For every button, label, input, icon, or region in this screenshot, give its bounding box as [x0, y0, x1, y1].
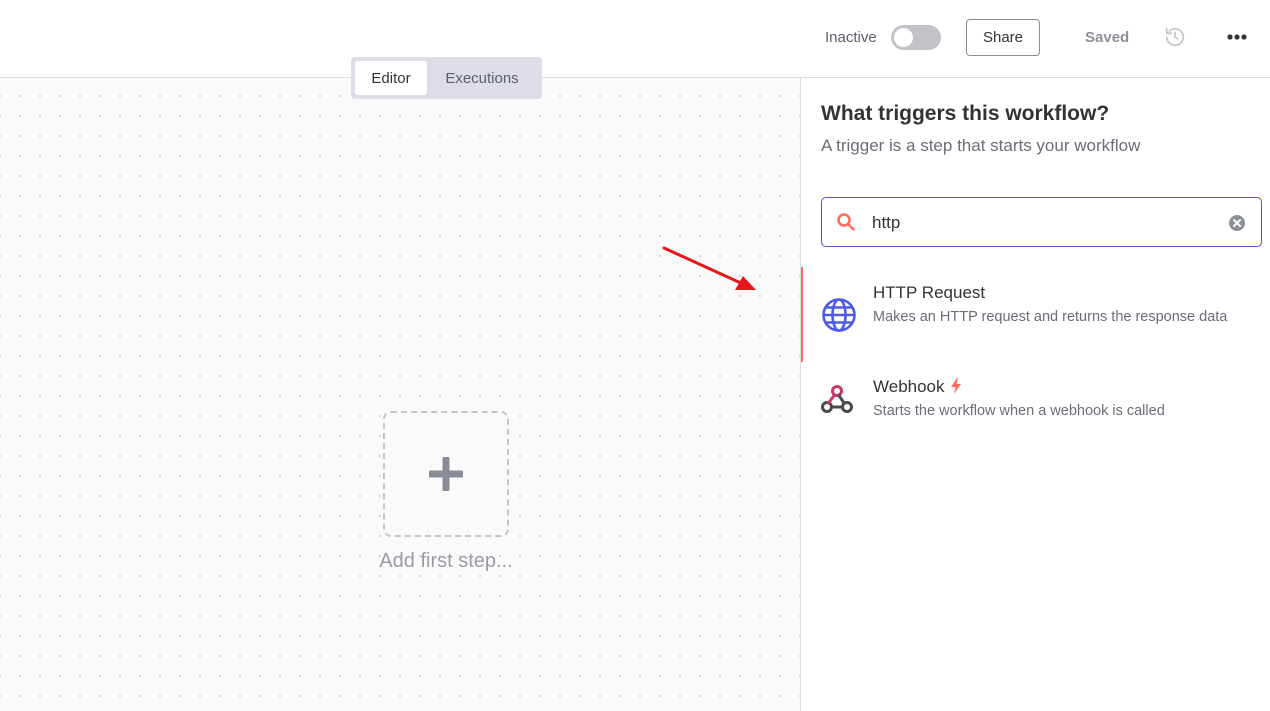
saved-status: Saved	[1085, 29, 1130, 46]
more-horizontal-icon[interactable]	[1224, 27, 1250, 47]
globe-icon	[822, 298, 856, 332]
node-creator-panel: What triggers this workflow? A trigger i…	[800, 78, 1270, 711]
clear-search-icon[interactable]	[1228, 214, 1246, 232]
add-first-step-button[interactable]	[383, 411, 509, 537]
tab-editor[interactable]: Editor	[355, 61, 427, 95]
view-tabs: Editor Executions	[351, 57, 542, 99]
result-description: Starts the workflow when a webhook is ca…	[873, 403, 1165, 419]
search-icon	[837, 213, 855, 231]
search-input[interactable]	[872, 210, 1212, 236]
workflow-status-label: Inactive	[825, 29, 877, 46]
tab-executions[interactable]: Executions	[427, 61, 537, 95]
add-first-step-label: Add first step...	[379, 550, 513, 572]
webhook-icon	[821, 385, 853, 413]
plus-icon	[429, 457, 463, 491]
result-item-http-request[interactable]: HTTP Request Makes an HTTP request and r…	[801, 267, 1270, 362]
result-title: HTTP Request	[873, 283, 986, 302]
annotation-arrow	[662, 246, 756, 290]
panel-title: What triggers this workflow?	[821, 102, 1110, 125]
bolt-icon	[950, 378, 961, 394]
result-title-text: Webhook	[873, 377, 945, 396]
share-button[interactable]: Share	[966, 19, 1040, 56]
node-search[interactable]	[821, 197, 1262, 247]
top-bar: Inactive Share Saved	[0, 0, 1270, 78]
activate-toggle[interactable]	[891, 25, 941, 50]
history-icon[interactable]	[1164, 26, 1186, 48]
toggle-knob	[894, 28, 913, 47]
panel-subtitle: A trigger is a step that starts your wor…	[821, 136, 1141, 155]
result-title: Webhook	[873, 377, 961, 397]
workflow-canvas[interactable]: Add first step...	[0, 78, 800, 711]
result-item-webhook[interactable]: Webhook Starts the workflow when a webho…	[801, 368, 1270, 438]
result-description: Makes an HTTP request and returns the re…	[873, 309, 1228, 325]
